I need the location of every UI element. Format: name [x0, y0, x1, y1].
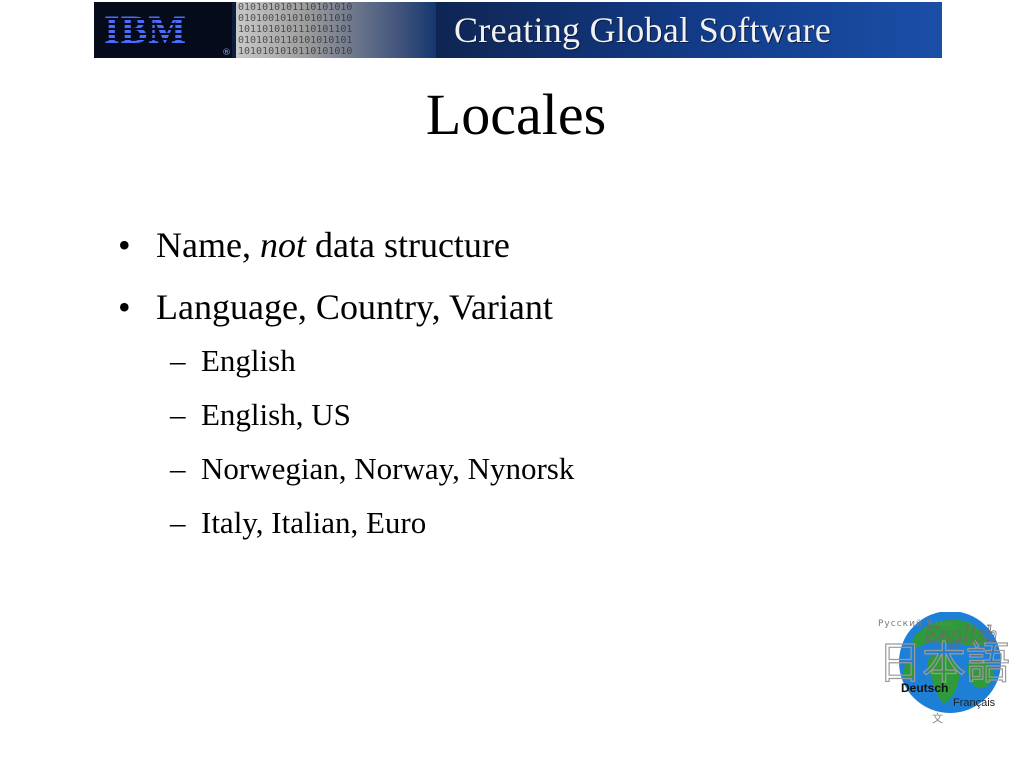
- bullet-text-after: data structure: [305, 225, 510, 265]
- bullet-text: Language, Country, Variant: [156, 287, 553, 327]
- bullet-item: • Language, Country, Variant: [118, 286, 878, 348]
- globe-logo: 日本語 Русский Язык English Deutsch Françai…: [876, 612, 1016, 727]
- deutsch-text: Deutsch: [901, 681, 948, 695]
- bullet-list: • Name, not data structure • Language, C…: [118, 224, 878, 558]
- sub-bullet-item: – English, US: [170, 396, 878, 450]
- ibm-logo-text: IBM: [104, 7, 187, 52]
- globe-icon: 日本語 Русский Язык English Deutsch Françai…: [877, 612, 1011, 725]
- banner-title: Creating Global Software: [454, 10, 832, 50]
- sub-bullet-marker: –: [170, 397, 186, 432]
- bullet-item: • Name, not data structure: [118, 224, 878, 286]
- bullet-text-emphasis: not: [259, 225, 306, 265]
- sub-bullet-text: Norwegian, Norway, Nynorsk: [201, 451, 575, 486]
- binary-line: 1010101010110101010: [238, 46, 353, 57]
- binary-pattern: 0101010101110101010 0101001010101011010 …: [236, 2, 436, 58]
- ibm-logo-panel: IBM ®: [94, 2, 232, 58]
- header-banner: IBM ® 0101010101110101010 01010010101010…: [94, 2, 942, 58]
- sub-bullet-marker: –: [170, 343, 186, 378]
- sub-bullet-item: – English: [170, 342, 878, 396]
- bullet-marker: •: [118, 287, 131, 327]
- english-text: English: [923, 622, 997, 648]
- slide: IBM ® 0101010101110101010 01010010101010…: [0, 0, 1024, 768]
- bullet-text-before: Name,: [156, 225, 260, 265]
- ibm-logo: IBM ®: [104, 7, 231, 59]
- sub-bullet-text: Italy, Italian, Euro: [201, 505, 427, 540]
- sub-bullet-marker: –: [170, 505, 186, 540]
- bullet-marker: •: [118, 225, 131, 265]
- sub-bullet-text: English: [201, 343, 296, 378]
- sub-bullet-item: – Norwegian, Norway, Nynorsk: [170, 450, 878, 504]
- sub-bullet-item: – Italy, Italian, Euro: [170, 504, 878, 558]
- sub-bullet-marker: –: [170, 451, 186, 486]
- bullet-text: Name, not data structure: [156, 224, 510, 266]
- slide-title: Locales: [425, 82, 607, 147]
- sub-bullet-text: English, US: [201, 397, 351, 432]
- registered-mark: ®: [222, 48, 231, 58]
- small-char-text: 文: [932, 711, 943, 725]
- francais-text: Français: [953, 697, 996, 709]
